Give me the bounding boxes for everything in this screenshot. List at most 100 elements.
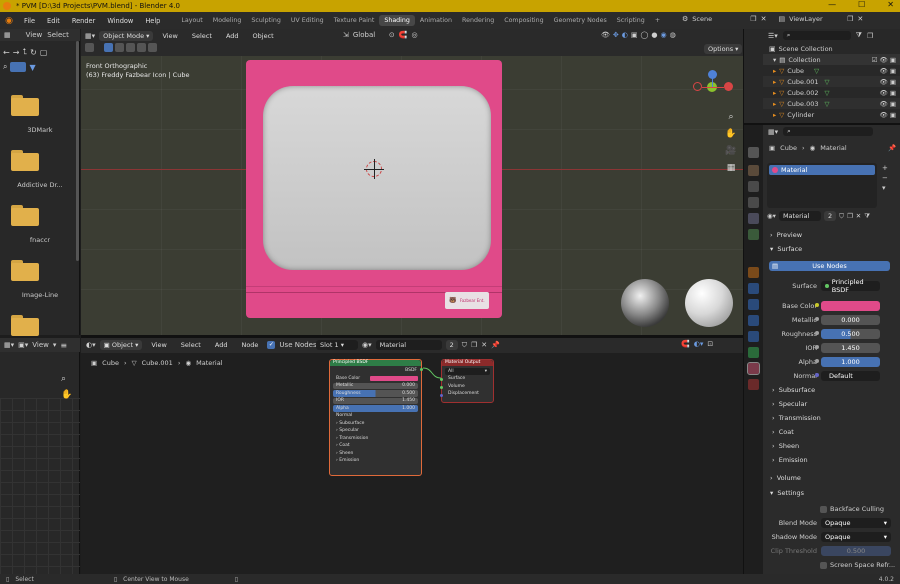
minimize-button[interactable]: — <box>828 0 836 9</box>
left-view-dropdown-icon[interactable]: ▾ <box>53 341 57 349</box>
add-workspace-button[interactable]: + <box>650 15 665 26</box>
vp-add-menu[interactable]: Add <box>221 31 244 41</box>
camera-icon[interactable]: 🎥 <box>724 143 738 160</box>
editor-type-icon[interactable]: ☰▾ <box>768 32 778 40</box>
tab-geometry-nodes[interactable]: Geometry Nodes <box>549 15 612 26</box>
menu-lines-icon[interactable]: ≡ <box>60 341 67 350</box>
new-material-icon[interactable]: ❐ <box>847 212 853 220</box>
tab-layout[interactable]: Layout <box>176 15 207 26</box>
filter-icon[interactable]: ▼ <box>29 63 35 72</box>
select-new-icon[interactable] <box>104 43 113 52</box>
texture-tab-icon[interactable] <box>748 379 759 390</box>
visibility-icon[interactable]: 👁 ▣ <box>880 111 896 119</box>
select-extend-icon[interactable] <box>115 43 124 52</box>
remove-slot-button[interactable]: − <box>882 173 888 183</box>
pin-icon[interactable]: 📌 <box>888 144 896 152</box>
blend-mode-dropdown[interactable]: Opaque ▾ <box>821 518 891 528</box>
outliner-row[interactable]: ▸ ▽ Cube.002 ▽ 👁 ▣ <box>763 87 900 98</box>
visibility-icon[interactable]: 👁 ▣ <box>880 100 896 108</box>
expand-icon[interactable]: ▸ <box>773 78 776 86</box>
close-button[interactable]: ✕ <box>887 0 894 9</box>
subsection-transmission[interactable]: › Transmission <box>772 414 821 422</box>
filter-icon[interactable]: ⧩ <box>856 31 862 40</box>
editor-type-icon[interactable]: ▦ <box>4 31 11 39</box>
outliner-search-input[interactable]: ⌕ <box>782 31 851 40</box>
viewlayer-copy-icon[interactable]: ❐ <box>847 15 853 23</box>
zoom-icon[interactable]: ⌕ <box>61 374 66 384</box>
scene-copy-icon[interactable]: ❐ <box>750 15 756 23</box>
navigation-gizmo[interactable] <box>691 70 735 104</box>
output-tab-icon[interactable] <box>748 181 759 192</box>
particles-tab-icon[interactable] <box>748 299 759 310</box>
world-tab-icon[interactable] <box>748 229 759 240</box>
tab-uv-editing[interactable]: UV Editing <box>286 15 329 26</box>
display-mode-button[interactable] <box>10 62 27 72</box>
add-slot-button[interactable]: + <box>882 163 888 173</box>
folder-icon[interactable] <box>11 95 39 116</box>
viewlayer-selector[interactable]: ViewLayer <box>789 15 843 23</box>
xray-icon[interactable]: ▣ <box>631 31 638 39</box>
forward-arrow-icon[interactable]: → <box>13 48 20 57</box>
folder-label[interactable]: fnaccr <box>0 236 80 244</box>
menu-help[interactable]: Help <box>139 17 166 25</box>
shader-node-editor[interactable]: ◐▾ ▣ Object ▾ View Select Add Node ✓ Use… <box>81 338 743 574</box>
select-subtract-icon[interactable] <box>126 43 135 52</box>
roughness-slider[interactable]: 0.500 <box>821 329 880 339</box>
backface-culling-checkbox[interactable] <box>820 505 827 513</box>
viewlayer-close-icon[interactable]: ✕ <box>857 15 863 23</box>
menu-render[interactable]: Render <box>66 17 101 25</box>
unlink-material-icon[interactable]: ✕ <box>856 212 861 220</box>
outliner-row[interactable]: ▣ Scene Collection <box>763 43 900 54</box>
transform-orientation-dropdown[interactable]: Global <box>353 31 385 39</box>
scene-tab-icon[interactable] <box>748 213 759 224</box>
editor-type-icon[interactable]: ▦▾ <box>4 341 14 349</box>
overlay-icon[interactable]: ◐ <box>622 31 628 39</box>
snap-icon[interactable]: 🧲 <box>399 31 408 39</box>
tool-tab-icon[interactable] <box>748 147 759 158</box>
properties-panel[interactable]: ▦▾ ⌕ ▣ Cube › ◉ Material 📌 Material + − … <box>763 125 900 574</box>
visibility-icon[interactable]: ☑ 👁 ▣ <box>872 56 896 64</box>
data-tab-icon[interactable] <box>748 347 759 358</box>
tv-model[interactable]: 🐻 Fazbear Ent. <box>246 60 502 318</box>
outliner-row[interactable]: ▾ ▤ Collection ☑ 👁 ▣ <box>763 54 900 65</box>
new-collection-icon[interactable]: ❐ <box>867 32 873 40</box>
section-preview[interactable]: › Preview <box>770 231 802 239</box>
normal-field[interactable]: Default <box>821 371 880 381</box>
folder-label[interactable]: Image-Line <box>0 291 80 299</box>
section-settings[interactable]: ▾ Settings <box>770 489 804 497</box>
menu-edit[interactable]: Edit <box>41 17 66 25</box>
physics-tab-icon[interactable] <box>748 315 759 326</box>
parent-dir-icon[interactable]: ⮤ <box>22 47 27 57</box>
ior-field[interactable]: 1.450 <box>821 343 880 353</box>
tab-shading[interactable]: Shading <box>379 15 415 26</box>
scene-selector[interactable]: Scene <box>692 15 746 23</box>
section-volume[interactable]: › Volume <box>770 474 801 482</box>
material-users-count[interactable]: 2 <box>823 211 837 221</box>
expand-icon[interactable]: ▾ <box>773 56 776 64</box>
select-intersect-icon[interactable] <box>148 43 157 52</box>
subsection-emission[interactable]: › Emission <box>772 456 808 464</box>
maximize-button[interactable]: ☐ <box>858 0 865 9</box>
material-slot-item[interactable]: Material <box>769 165 875 175</box>
tab-compositing[interactable]: Compositing <box>499 15 548 26</box>
menu-window[interactable]: Window <box>101 17 139 25</box>
shading-wire-icon[interactable]: ◯ <box>641 31 649 39</box>
pivot-icon[interactable]: ⊙ <box>389 31 395 39</box>
tab-sculpting[interactable]: Sculpting <box>246 15 285 26</box>
mode-dropdown[interactable]: Object Mode ▾ <box>99 31 154 41</box>
material-browse-icon[interactable]: ◉▾ <box>767 212 776 220</box>
proportional-icon[interactable]: ◎ <box>411 31 417 39</box>
render-tab-icon[interactable] <box>748 165 759 176</box>
material-slot-list[interactable]: Material <box>767 163 877 208</box>
properties-search-input[interactable]: ⌕ <box>783 127 874 136</box>
3d-cursor-icon[interactable] <box>364 159 384 179</box>
modifier-tab-icon[interactable] <box>748 283 759 294</box>
refresh-icon[interactable]: ↻ <box>30 48 37 57</box>
shading-material-icon[interactable]: ◉ <box>660 31 666 39</box>
vp-select-menu[interactable]: Select <box>187 31 217 41</box>
shadow-mode-dropdown[interactable]: Opaque ▾ <box>821 532 891 542</box>
pan-hand-icon[interactable]: ✋ <box>724 126 738 143</box>
outliner-row[interactable]: ▸ ▽ Cube ▽ 👁 ▣ <box>763 65 900 76</box>
folder-icon[interactable] <box>11 315 39 336</box>
visibility-icon[interactable]: 👁 <box>601 31 610 39</box>
